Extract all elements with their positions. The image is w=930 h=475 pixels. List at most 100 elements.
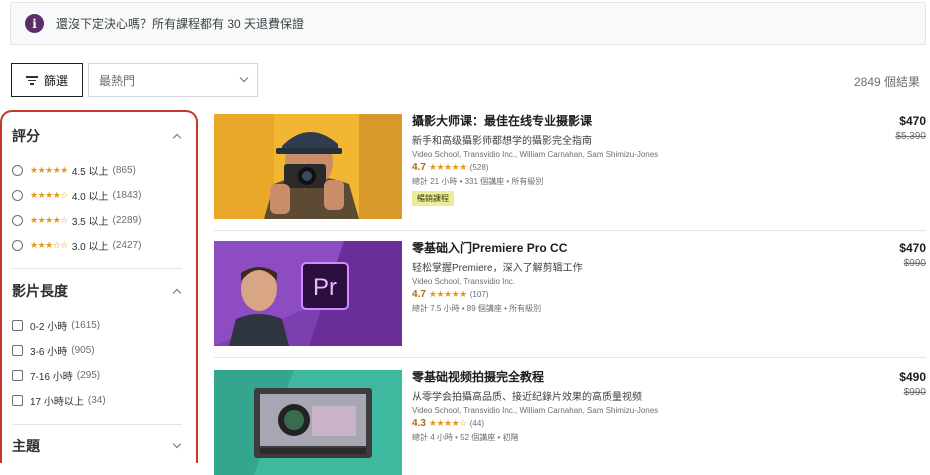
original-price: $990 xyxy=(903,258,926,269)
rating-option-count: (2289) xyxy=(112,215,142,226)
star-rating-icon: ★★★★★ xyxy=(428,162,467,172)
duration-option-label: 0-2 小時 xyxy=(30,322,68,333)
star-rating-icon: ★★★★★ xyxy=(428,289,467,299)
star-rating-icon: ★★★★☆ xyxy=(30,215,68,225)
section-divider xyxy=(12,268,182,269)
checkbox[interactable] xyxy=(12,345,23,356)
info-icon: i xyxy=(25,14,44,33)
rating-filter-header[interactable]: 評分 xyxy=(12,124,184,148)
review-count: (44) xyxy=(469,419,484,428)
duration-filter-header[interactable]: 影片長度 xyxy=(12,279,184,303)
rating-option-count: (2427) xyxy=(112,240,142,251)
star-rating-icon: ★★★☆☆ xyxy=(30,240,68,250)
duration-filter-section: 影片長度 0-2 小時 (1615) 3-6 小時 (905) 7-16 小時 … xyxy=(12,279,184,413)
course-title[interactable]: 零基础视频拍摄完全教程 xyxy=(412,370,852,385)
course-title[interactable]: 零基础入门Premiere Pro CC xyxy=(412,241,852,256)
duration-option-label: 3-6 小時 xyxy=(30,347,68,358)
topic-filter-section: 主題 xyxy=(12,434,184,458)
rating-option-label: 3.5 以上 xyxy=(71,217,109,228)
course-price: $470 $5,390 xyxy=(895,114,926,142)
current-price: $490 xyxy=(899,370,926,384)
duration-option-count: (1615) xyxy=(71,320,101,331)
rating-option-4-5[interactable]: ★★★★★ 4.5 以上 (865) xyxy=(12,158,184,183)
topic-filter-header[interactable]: 主題 xyxy=(12,434,184,458)
rating-heading: 評分 xyxy=(12,128,40,144)
review-count: (528) xyxy=(469,163,489,172)
duration-option-label: 17 小時以上 xyxy=(30,397,84,408)
results-count: 2849 個結果 xyxy=(853,75,920,89)
chevron-up-icon xyxy=(172,133,182,143)
filter-sidebar: 評分 ★★★★★ 4.5 以上 (865) ★★★★☆ 4.0 以上 (1843… xyxy=(0,110,198,463)
course-instructors: Video School, Transvidio Inc. xyxy=(412,277,516,286)
course-price: $470 $990 xyxy=(899,241,926,269)
rating-option-3-0[interactable]: ★★★☆☆ 3.0 以上 (2427) xyxy=(12,233,184,258)
sort-value: 最熱門 xyxy=(99,73,136,88)
chevron-down-icon xyxy=(172,439,182,449)
rating-filter-section: 評分 ★★★★★ 4.5 以上 (865) ★★★★☆ 4.0 以上 (1843… xyxy=(12,124,184,258)
rating-option-label: 4.0 以上 xyxy=(71,192,109,203)
course-card[interactable]: Pr 零基础入门Premiere Pro CC 轻松掌握Premiere，深入了… xyxy=(214,241,926,346)
rating-option-label: 4.5 以上 xyxy=(71,167,109,178)
course-rating: 4.7 ★★★★★ (107) xyxy=(412,289,852,300)
course-divider xyxy=(214,357,926,358)
original-price: $990 xyxy=(903,387,926,398)
radio-button[interactable] xyxy=(12,215,23,226)
chevron-down-icon xyxy=(239,73,249,83)
rating-option-3-5[interactable]: ★★★★☆ 3.5 以上 (2289) xyxy=(12,208,184,233)
duration-option-17-plus[interactable]: 17 小時以上 (34) xyxy=(12,388,184,413)
checkbox[interactable] xyxy=(12,395,23,406)
sort-select[interactable]: 最熱門 xyxy=(88,63,258,97)
course-instructors: Video School, Transvidio Inc., William C… xyxy=(412,406,659,415)
rating-value: 4.7 xyxy=(412,162,426,173)
course-meta: 總計 4 小時 • 52 個講座 • 初階 xyxy=(412,433,519,442)
course-title[interactable]: 攝影大师课：最佳在线专业摄影课 xyxy=(412,114,852,129)
star-rating-icon: ★★★★★ xyxy=(30,165,68,175)
checkbox[interactable] xyxy=(12,370,23,381)
checkbox[interactable] xyxy=(12,320,23,331)
course-meta: 總計 7.5 小時 • 89 個講座 • 所有級別 xyxy=(412,304,542,313)
rating-option-count: (865) xyxy=(112,165,136,176)
duration-option-0-2[interactable]: 0-2 小時 (1615) xyxy=(12,313,184,338)
current-price: $470 xyxy=(899,241,926,255)
course-info: 攝影大师课：最佳在线专业摄影课 新手和高级攝影师都想学的攝影完全指南 Video… xyxy=(412,114,852,206)
refund-notice-banner: i 還沒下定決心嗎？所有課程都有 30 天退費保證 xyxy=(10,2,926,45)
duration-option-3-6[interactable]: 3-6 小時 (905) xyxy=(12,338,184,363)
course-divider xyxy=(214,230,926,231)
topic-heading: 主題 xyxy=(12,438,40,454)
course-thumbnail[interactable] xyxy=(214,114,402,219)
radio-button[interactable] xyxy=(12,165,23,176)
course-subtitle: 从零学会拍攝高品质、接近纪錄片效果的高质量视频 xyxy=(412,392,642,403)
duration-option-label: 7-16 小時 xyxy=(30,372,73,383)
bestseller-badge: 暢銷課程 xyxy=(412,191,454,206)
star-rating-icon: ★★★★☆ xyxy=(30,190,68,200)
duration-option-7-16[interactable]: 7-16 小時 (295) xyxy=(12,363,184,388)
star-rating-icon: ★★★★☆ xyxy=(428,418,467,428)
rating-value: 4.7 xyxy=(412,289,426,300)
course-thumbnail[interactable]: Pr xyxy=(214,241,402,346)
course-subtitle: 新手和高级攝影师都想学的攝影完全指南 xyxy=(412,136,592,147)
course-instructors: Video School, Transvidio Inc., William C… xyxy=(412,150,659,159)
radio-button[interactable] xyxy=(12,240,23,251)
course-meta: 總計 21 小時 • 331 個講座 • 所有級別 xyxy=(412,177,544,186)
radio-button[interactable] xyxy=(12,190,23,201)
duration-option-count: (34) xyxy=(87,395,106,406)
course-info: 零基础视频拍摄完全教程 从零学会拍攝高品质、接近纪錄片效果的高质量视频 Vide… xyxy=(412,370,852,443)
course-thumbnail[interactable] xyxy=(214,370,402,475)
review-count: (107) xyxy=(469,290,489,299)
original-price: $5,390 xyxy=(895,131,926,142)
course-card[interactable]: 攝影大师课：最佳在线专业摄影课 新手和高级攝影师都想学的攝影完全指南 Video… xyxy=(214,114,926,219)
course-price: $490 $990 xyxy=(899,370,926,398)
course-card[interactable]: 零基础视频拍摄完全教程 从零学会拍攝高品质、接近纪錄片效果的高质量视频 Vide… xyxy=(214,370,926,475)
current-price: $470 xyxy=(899,114,926,128)
chevron-up-icon xyxy=(172,288,182,298)
course-rating: 4.7 ★★★★★ (528) xyxy=(412,162,852,173)
rating-option-4-0[interactable]: ★★★★☆ 4.0 以上 (1843) xyxy=(12,183,184,208)
duration-option-count: (905) xyxy=(71,345,95,356)
rating-option-label: 3.0 以上 xyxy=(71,242,109,253)
course-subtitle: 轻松掌握Premiere，深入了解剪辑工作 xyxy=(412,263,583,274)
filter-label: 篩選 xyxy=(43,73,68,88)
duration-heading: 影片長度 xyxy=(12,283,68,299)
filter-icon xyxy=(25,75,38,85)
rating-value: 4.3 xyxy=(412,418,426,429)
filter-button[interactable]: 篩選 xyxy=(11,63,83,97)
